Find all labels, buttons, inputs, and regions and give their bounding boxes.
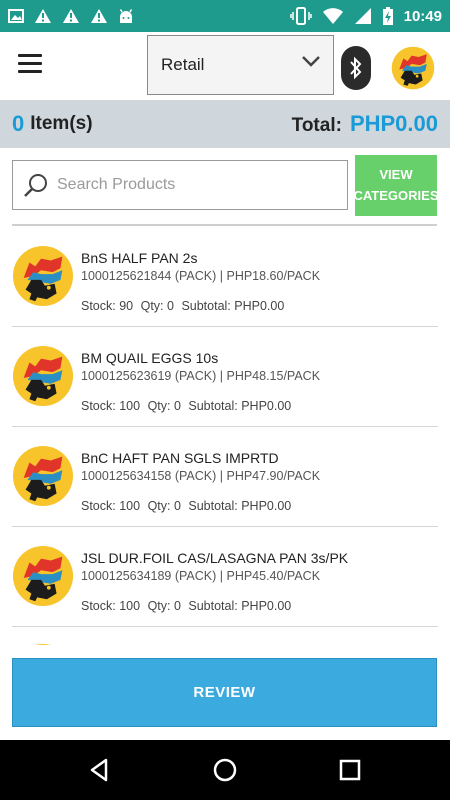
product-subtotal: Subtotal: PHP0.00 [188,399,292,413]
search-input[interactable] [57,176,327,194]
list-item[interactable]: BnS HALF PAN 2s 1000125621844 (PACK) | P… [12,227,438,327]
product-name: JSL DUR.FOIL CAS/LASAGNA PAN 3s/PK [81,550,349,566]
hamburger-menu-icon[interactable] [18,54,44,76]
product-stock-line: Stock: 100 Qty: 0 Subtotal: PHP0.00 [81,499,295,513]
store-type-selected: Retail [161,55,205,74]
bluetooth-icon [350,56,362,80]
list-item[interactable]: BnC HAFT PAN SGLS IMPRTD 1000125634158 (… [12,427,438,527]
product-avatar [12,345,74,407]
status-right-icons: 10:49 [289,6,442,26]
app-bar: Retail [0,32,450,100]
product-stock-line: Stock: 100 Qty: 0 Subtotal: PHP0.00 [81,599,295,613]
list-divider [12,224,437,226]
product-code-price: 1000125621844 (PACK) | PHP18.60/PACK [81,269,321,283]
status-left-icons [8,8,134,24]
battery-charging-icon [382,7,393,25]
product-code-price: 1000125634158 (PACK) | PHP47.90/PACK [81,469,321,483]
product-avatar [12,445,74,507]
product-avatar [12,545,74,607]
product-stock: Stock: 100 [81,399,141,413]
product-subtotal: Subtotal: PHP0.00 [188,499,292,513]
product-qty: Qty: 0 [147,399,181,413]
list-item[interactable]: BM QUAIL EGGS 10s 1000125623619 (PACK) |… [12,327,438,427]
product-avatar [12,245,74,307]
search-bar[interactable] [12,160,348,210]
total-wrap: Total: PHP0.00 [292,111,438,137]
product-stock: Stock: 90 [81,299,134,313]
product-name: BnS HALF PAN 2s [81,250,198,266]
review-button[interactable]: REVIEW [12,658,437,727]
chevron-down-icon [302,56,320,67]
wifi-icon [322,8,343,24]
bluetooth-button[interactable] [341,46,371,90]
view-categories-label: VIEW CATEGORIES [353,166,439,203]
product-subtotal: Subtotal: PHP0.00 [181,299,285,313]
product-qty: Qty: 0 [140,299,174,313]
total-value: PHP0.00 [349,111,438,136]
warning-icon [91,9,107,23]
warning-icon [35,9,51,23]
list-item[interactable]: JSL DUR.FOIL CAS/LASAGNA PAN 3s/PK 10001… [12,527,438,627]
brand-logo-avatar[interactable] [391,46,435,90]
product-qty: Qty: 0 [147,599,181,613]
recents-icon[interactable] [336,756,364,784]
status-bar: 10:49 [0,0,450,32]
vibrate-icon [289,7,312,25]
item-count: 0 [12,111,25,136]
app-screen: 10:49 Retail 0 Item(s) Total: PHP0.00 VI… [0,0,450,800]
product-stock: Stock: 100 [81,599,141,613]
image-icon [8,9,24,23]
system-nav-bar [0,740,450,800]
product-stock-line: Stock: 100 Qty: 0 Subtotal: PHP0.00 [81,399,295,413]
product-code-price: 1000125634189 (PACK) | PHP45.40/PACK [81,569,321,583]
item-count-label: Item(s) [30,113,93,134]
product-stock: Stock: 100 [81,499,141,513]
back-icon[interactable] [86,756,114,784]
store-type-dropdown[interactable]: Retail [147,35,334,95]
signal-icon [354,8,371,24]
product-list[interactable]: BnS HALF PAN 2s 1000125621844 (PACK) | P… [0,227,450,645]
view-categories-button[interactable]: VIEW CATEGORIES [353,155,439,216]
product-avatar [12,643,74,645]
cart-summary-bar: 0 Item(s) Total: PHP0.00 [0,100,450,148]
home-icon[interactable] [211,756,239,784]
status-time: 10:49 [403,7,442,25]
product-stock-line: Stock: 90 Qty: 0 Subtotal: PHP0.00 [81,299,288,313]
review-button-label: REVIEW [193,684,256,701]
product-qty: Qty: 0 [147,499,181,513]
total-label: Total: [291,115,342,136]
product-code-price: 1000125623619 (PACK) | PHP48.15/PACK [81,369,321,383]
product-subtotal: Subtotal: PHP0.00 [188,599,292,613]
product-name: BM QUAIL EGGS 10s [81,350,219,366]
android-icon [119,9,133,23]
search-icon [24,174,47,197]
product-name: BnC HAFT PAN SGLS IMPRTD [81,450,279,466]
warning-icon [63,9,79,23]
